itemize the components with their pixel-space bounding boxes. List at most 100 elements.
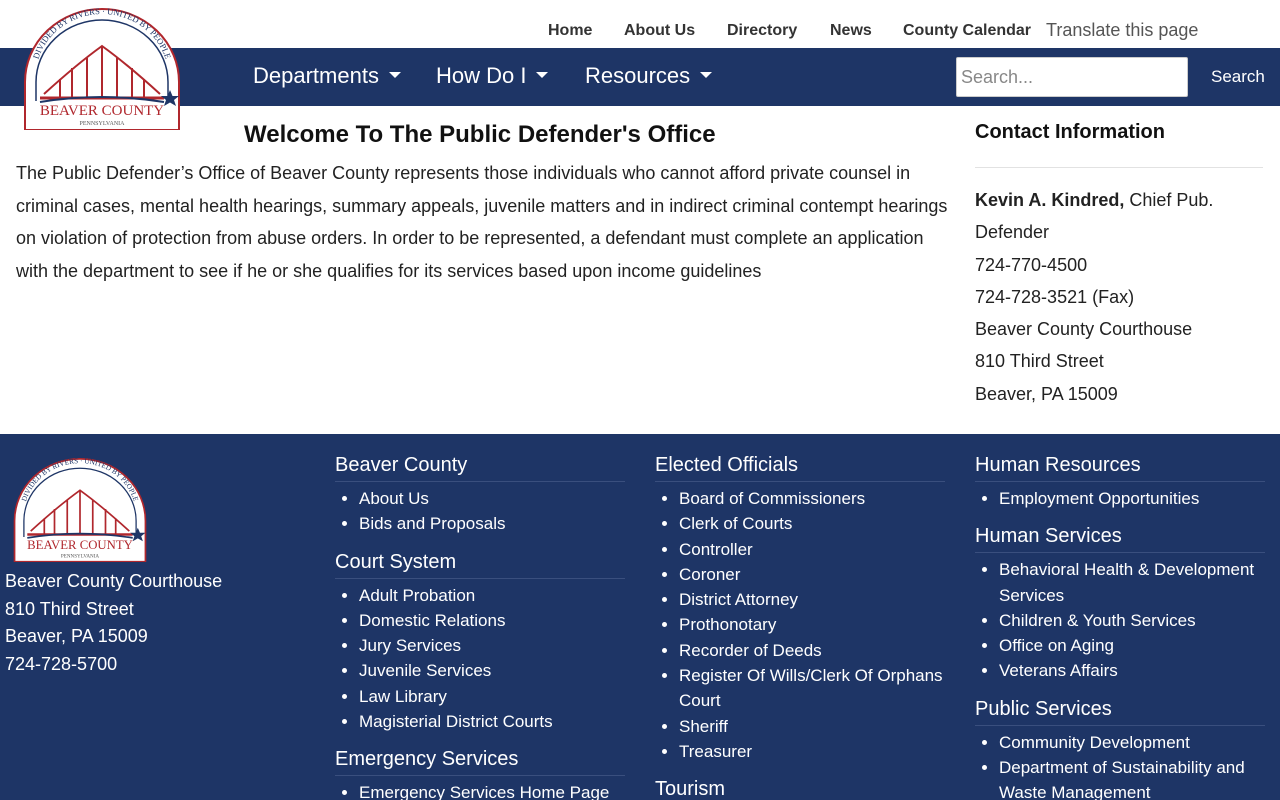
footer-link-behavioral-health-development-services[interactable]: Behavioral Health & Development Services bbox=[999, 557, 1265, 608]
footer-link-adult-probation[interactable]: Adult Probation bbox=[359, 583, 625, 608]
footer-link-clerk-of-courts[interactable]: Clerk of Courts bbox=[679, 511, 945, 536]
footer-address-line: Beaver County Courthouse bbox=[5, 571, 223, 591]
footer-address-line: Beaver, PA 15009 bbox=[5, 626, 148, 646]
footer-link-label: Juvenile Services bbox=[359, 661, 492, 681]
logo-name-text: BEAVER COUNTY bbox=[40, 103, 164, 119]
footer-link-label: Emergency Services Home Page bbox=[359, 783, 610, 800]
intro-paragraph: The Public Defender’s Office of Beaver C… bbox=[16, 163, 948, 281]
search-button[interactable]: Search bbox=[1211, 67, 1265, 87]
top-nav-about-us[interactable]: About Us bbox=[624, 22, 695, 40]
search-input[interactable] bbox=[956, 57, 1188, 97]
footer-link-bids-and-proposals[interactable]: Bids and Proposals bbox=[359, 511, 625, 536]
footer-column-2: Elected Officials Board of Commissioners C… bbox=[655, 454, 945, 800]
footer-link-department-of-sustainability-and-waste-management[interactable]: Department of Sustainability and Waste M… bbox=[999, 755, 1265, 800]
footer-link-label: Employment Opportunities bbox=[999, 489, 1200, 508]
footer-link-employment-opportunities[interactable]: Employment Opportunities bbox=[999, 486, 1265, 511]
top-nav-county-calendar[interactable]: County Calendar bbox=[903, 22, 1031, 40]
footer-link-about-us[interactable]: About Us bbox=[359, 486, 625, 511]
footer-link-treasurer[interactable]: Treasurer bbox=[679, 739, 945, 764]
contact-building: Beaver County Courthouse bbox=[975, 319, 1193, 340]
footer-link-label: Bids and Proposals bbox=[359, 514, 506, 534]
footer-link-label: Jury Services bbox=[359, 636, 462, 656]
footer-link-list: Behavioral Health & Development Services… bbox=[999, 557, 1265, 683]
divider bbox=[975, 167, 1263, 168]
footer-link-register-of-wills-clerk-of-orphans-court[interactable]: Register Of Wills/Clerk Of Orphans Court bbox=[679, 663, 945, 714]
footer-link-controller[interactable]: Controller bbox=[679, 537, 945, 562]
logo-state-text: PENNSYLVANIA bbox=[79, 121, 125, 127]
top-nav-directory[interactable]: Directory bbox=[727, 22, 797, 40]
nav-departments[interactable]: Departments bbox=[253, 63, 401, 89]
translate-link[interactable]: Translate this page bbox=[1046, 20, 1198, 41]
chevron-down-icon bbox=[700, 72, 713, 78]
footer-heading-public-services: Public Services bbox=[975, 698, 1265, 726]
nav-resources-label: Resources bbox=[585, 63, 691, 88]
footer-link-label: Magisterial District Courts bbox=[359, 712, 553, 732]
footer-link-veterans-affairs[interactable]: Veterans Affairs bbox=[999, 658, 1265, 683]
footer-link-label: Domestic Relations bbox=[359, 610, 506, 630]
footer-link-list: Adult Probation Domestic Relations Jury Se… bbox=[359, 583, 625, 735]
footer-link-magisterial-district-courts[interactable]: Magisterial District Courts bbox=[359, 709, 625, 734]
chevron-down-icon bbox=[388, 72, 401, 78]
nav-resources[interactable]: Resources bbox=[585, 63, 713, 89]
footer-link-list: About Us Bids and Proposals bbox=[359, 486, 625, 537]
footer-link-label: Controller bbox=[679, 539, 753, 559]
footer-link-jury-services[interactable]: Jury Services bbox=[359, 633, 625, 658]
utility-nav: Home About Us Directory News County Cale… bbox=[0, 0, 1280, 48]
footer-link-label: Recorder of Deeds bbox=[679, 640, 822, 660]
nav-how-do-i-label: How Do I bbox=[436, 63, 527, 88]
footer-link-label: Coroner bbox=[679, 564, 741, 584]
contact-info: Kevin A. Kindred, Chief Pub. Defender 72… bbox=[975, 184, 1265, 410]
footer: BEAVER COUNTY PENNSYLVANIA DIVIDED BY RI… bbox=[0, 434, 1280, 800]
footer-link-coroner[interactable]: Coroner bbox=[679, 562, 945, 587]
contact-name: Kevin A. Kindred, bbox=[975, 190, 1125, 210]
footer-link-label: Adult Probation bbox=[359, 585, 476, 605]
footer-link-children-youth-services[interactable]: Children & Youth Services bbox=[999, 608, 1265, 633]
footer-link-list: Emergency Services Home Page bbox=[359, 780, 625, 800]
footer-link-label: Sheriff bbox=[679, 716, 728, 736]
top-nav-home[interactable]: Home bbox=[548, 22, 592, 40]
footer-link-office-on-aging[interactable]: Office on Aging bbox=[999, 633, 1265, 658]
main-nav: Departments How Do I Resources Search bbox=[0, 48, 1280, 106]
footer-link-label: Treasurer bbox=[679, 741, 753, 761]
footer-logo[interactable]: BEAVER COUNTY PENNSYLVANIA DIVIDED BY RI… bbox=[12, 456, 148, 562]
footer-link-label: District Attorney bbox=[679, 590, 799, 610]
footer-heading-human-services: Human Services bbox=[975, 525, 1265, 554]
footer-link-list: Board of Commissioners Clerk of Courts Con… bbox=[679, 486, 945, 764]
footer-link-label: Veterans Affairs bbox=[999, 661, 1118, 681]
nav-departments-label: Departments bbox=[253, 63, 379, 88]
footer-link-prothonotary[interactable]: Prothonotary bbox=[679, 612, 945, 637]
footer-link-domestic-relations[interactable]: Domestic Relations bbox=[359, 608, 625, 633]
footer-link-sheriff[interactable]: Sheriff bbox=[679, 714, 945, 739]
footer-link-label: Children & Youth Services bbox=[999, 610, 1196, 630]
footer-link-label: Behavioral Health & Development Services bbox=[999, 560, 1255, 605]
footer-phone[interactable]: 724-728-5700 bbox=[5, 651, 222, 679]
footer-link-juvenile-services[interactable]: Juvenile Services bbox=[359, 658, 625, 683]
footer-link-emergency-services-home-page[interactable]: Emergency Services Home Page bbox=[359, 780, 625, 800]
contact-street: 810 Third Street bbox=[975, 351, 1104, 372]
footer-address-line: 810 Third Street bbox=[5, 598, 134, 619]
footer-link-law-library[interactable]: Law Library bbox=[359, 684, 625, 709]
footer-heading-beaver-county: Beaver County bbox=[335, 454, 625, 482]
footer-heading-tourism: Tourism bbox=[655, 778, 945, 800]
top-nav-news[interactable]: News bbox=[830, 22, 872, 40]
footer-link-board-of-commissioners[interactable]: Board of Commissioners bbox=[679, 486, 945, 511]
footer-logo-name-text: BEAVER COUNTY bbox=[27, 538, 133, 552]
footer-link-community-development[interactable]: Community Development bbox=[999, 730, 1265, 755]
contact-person: Kevin A. Kindred, Chief Pub. Defender bbox=[975, 184, 1265, 249]
footer-column-3: Human Resources Employment Opportunities H… bbox=[975, 454, 1265, 800]
footer-link-label: About Us bbox=[359, 489, 429, 508]
footer-link-label: Prothonotary bbox=[679, 615, 777, 635]
page-title: Welcome To The Public Defender's Office bbox=[244, 121, 716, 148]
footer-link-district-attorney[interactable]: District Attorney bbox=[679, 587, 945, 612]
footer-heading-human-resources: Human Resources bbox=[975, 454, 1265, 482]
contact-title: Contact Information bbox=[975, 121, 1165, 143]
footer-link-label: Community Development bbox=[999, 732, 1190, 752]
contact-phone[interactable]: 724-770-4500 bbox=[975, 249, 1265, 281]
footer-heading-court-system: Court System bbox=[335, 551, 625, 579]
beaver-county-logo[interactable]: BEAVER COUNTY PENNSYLVANIA DIVIDED BY RI… bbox=[22, 6, 182, 130]
footer-heading-elected-officials: Elected Officials bbox=[655, 454, 945, 482]
footer-heading-emergency-services: Emergency Services bbox=[335, 748, 625, 777]
nav-how-do-i[interactable]: How Do I bbox=[436, 63, 549, 89]
chevron-down-icon bbox=[536, 72, 549, 78]
footer-link-recorder-of-deeds[interactable]: Recorder of Deeds bbox=[679, 638, 945, 663]
